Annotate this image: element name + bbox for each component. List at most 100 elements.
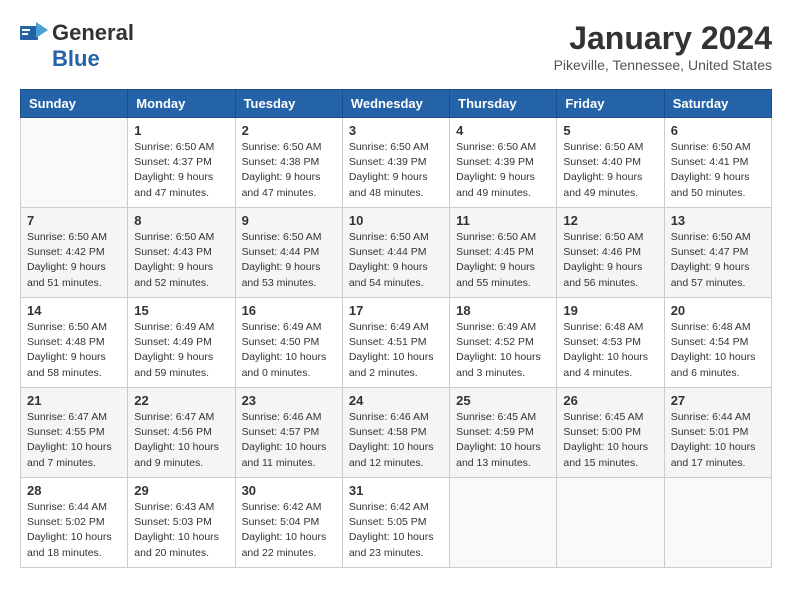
day-number: 4 bbox=[456, 123, 550, 138]
day-number: 10 bbox=[349, 213, 443, 228]
location: Pikeville, Tennessee, United States bbox=[554, 57, 772, 73]
day-info: Sunrise: 6:44 AM Sunset: 5:01 PM Dayligh… bbox=[671, 410, 765, 471]
day-number: 16 bbox=[242, 303, 336, 318]
day-number: 27 bbox=[671, 393, 765, 408]
calendar-body: 1Sunrise: 6:50 AM Sunset: 4:37 PM Daylig… bbox=[21, 118, 772, 568]
calendar-cell: 29Sunrise: 6:43 AM Sunset: 5:03 PM Dayli… bbox=[128, 478, 235, 568]
calendar-cell bbox=[557, 478, 664, 568]
day-number: 19 bbox=[563, 303, 657, 318]
calendar-cell: 1Sunrise: 6:50 AM Sunset: 4:37 PM Daylig… bbox=[128, 118, 235, 208]
day-header-monday: Monday bbox=[128, 90, 235, 118]
calendar-cell: 15 Sunrise: 6:49 AM Sunset: 4:49 PM Dayli… bbox=[128, 298, 235, 388]
day-number: 2 bbox=[242, 123, 336, 138]
day-number: 21 bbox=[27, 393, 121, 408]
calendar-cell: 6Sunrise: 6:50 AM Sunset: 4:41 PM Daylig… bbox=[664, 118, 771, 208]
calendar-cell: 28 Sunrise: 6:44 AM Sunset: 5:02 PM Dayli… bbox=[21, 478, 128, 568]
day-info: Sunrise: 6:44 AM Sunset: 5:02 PM Dayligh… bbox=[27, 500, 121, 561]
day-info: Sunrise: 6:50 AM Sunset: 4:46 PM Dayligh… bbox=[563, 230, 657, 291]
calendar-week-5: 28 Sunrise: 6:44 AM Sunset: 5:02 PM Dayli… bbox=[21, 478, 772, 568]
day-info: Sunrise: 6:50 AM Sunset: 4:43 PM Dayligh… bbox=[134, 230, 228, 291]
day-number: 11 bbox=[456, 213, 550, 228]
calendar-table: SundayMondayTuesdayWednesdayThursdayFrid… bbox=[20, 89, 772, 568]
day-number: 3 bbox=[349, 123, 443, 138]
calendar-cell: 14 Sunrise: 6:50 AM Sunset: 4:48 PM Dayli… bbox=[21, 298, 128, 388]
calendar-cell: 18 Sunrise: 6:49 AM Sunset: 4:52 PM Dayli… bbox=[450, 298, 557, 388]
day-number: 25 bbox=[456, 393, 550, 408]
calendar-cell: 26 Sunrise: 6:45 AM Sunset: 5:00 PM Dayli… bbox=[557, 388, 664, 478]
day-info: Sunrise: 6:50 AM Sunset: 4:39 PM Dayligh… bbox=[456, 140, 550, 201]
day-number: 31 bbox=[349, 483, 443, 498]
day-info: Sunrise: 6:43 AM Sunset: 5:03 PM Dayligh… bbox=[134, 500, 228, 561]
calendar-cell bbox=[21, 118, 128, 208]
day-number: 13 bbox=[671, 213, 765, 228]
page-header: General Blue January 2024 Pikeville, Ten… bbox=[20, 20, 772, 73]
day-header-friday: Friday bbox=[557, 90, 664, 118]
day-number: 17 bbox=[349, 303, 443, 318]
day-header-sunday: Sunday bbox=[21, 90, 128, 118]
calendar-cell: 21 Sunrise: 6:47 AM Sunset: 4:55 PM Dayli… bbox=[21, 388, 128, 478]
calendar-week-3: 14 Sunrise: 6:50 AM Sunset: 4:48 PM Dayli… bbox=[21, 298, 772, 388]
day-info: Sunrise: 6:50 AM Sunset: 4:48 PM Dayligh… bbox=[27, 320, 121, 381]
day-number: 24 bbox=[349, 393, 443, 408]
logo: General Blue bbox=[20, 20, 134, 72]
day-number: 14 bbox=[27, 303, 121, 318]
day-number: 22 bbox=[134, 393, 228, 408]
logo-general: General bbox=[52, 20, 134, 46]
day-info: Sunrise: 6:49 AM Sunset: 4:50 PM Dayligh… bbox=[242, 320, 336, 381]
title-section: January 2024 Pikeville, Tennessee, Unite… bbox=[554, 20, 772, 73]
day-number: 6 bbox=[671, 123, 765, 138]
calendar-cell: 27 Sunrise: 6:44 AM Sunset: 5:01 PM Dayli… bbox=[664, 388, 771, 478]
calendar-cell: 8 Sunrise: 6:50 AM Sunset: 4:43 PM Daylig… bbox=[128, 208, 235, 298]
calendar-week-2: 7 Sunrise: 6:50 AM Sunset: 4:42 PM Daylig… bbox=[21, 208, 772, 298]
day-number: 9 bbox=[242, 213, 336, 228]
day-info: Sunrise: 6:49 AM Sunset: 4:49 PM Dayligh… bbox=[134, 320, 228, 381]
calendar-week-1: 1Sunrise: 6:50 AM Sunset: 4:37 PM Daylig… bbox=[21, 118, 772, 208]
calendar-header-row: SundayMondayTuesdayWednesdayThursdayFrid… bbox=[21, 90, 772, 118]
calendar-cell: 4 Sunrise: 6:50 AM Sunset: 4:39 PM Daylig… bbox=[450, 118, 557, 208]
day-info: Sunrise: 6:45 AM Sunset: 5:00 PM Dayligh… bbox=[563, 410, 657, 471]
day-number: 28 bbox=[27, 483, 121, 498]
day-header-thursday: Thursday bbox=[450, 90, 557, 118]
calendar-cell: 30Sunrise: 6:42 AM Sunset: 5:04 PM Dayli… bbox=[235, 478, 342, 568]
calendar-cell bbox=[450, 478, 557, 568]
day-info: Sunrise: 6:42 AM Sunset: 5:04 PM Dayligh… bbox=[242, 500, 336, 561]
day-info: Sunrise: 6:50 AM Sunset: 4:47 PM Dayligh… bbox=[671, 230, 765, 291]
calendar-cell: 13 Sunrise: 6:50 AM Sunset: 4:47 PM Dayli… bbox=[664, 208, 771, 298]
day-info: Sunrise: 6:50 AM Sunset: 4:42 PM Dayligh… bbox=[27, 230, 121, 291]
day-info: Sunrise: 6:45 AM Sunset: 4:59 PM Dayligh… bbox=[456, 410, 550, 471]
day-number: 23 bbox=[242, 393, 336, 408]
day-info: Sunrise: 6:50 AM Sunset: 4:39 PM Dayligh… bbox=[349, 140, 443, 201]
day-info: Sunrise: 6:50 AM Sunset: 4:45 PM Dayligh… bbox=[456, 230, 550, 291]
calendar-cell: 10Sunrise: 6:50 AM Sunset: 4:44 PM Dayli… bbox=[342, 208, 449, 298]
calendar-cell: 12 Sunrise: 6:50 AM Sunset: 4:46 PM Dayli… bbox=[557, 208, 664, 298]
day-info: Sunrise: 6:47 AM Sunset: 4:55 PM Dayligh… bbox=[27, 410, 121, 471]
calendar-cell bbox=[664, 478, 771, 568]
calendar-cell: 31 Sunrise: 6:42 AM Sunset: 5:05 PM Dayli… bbox=[342, 478, 449, 568]
day-info: Sunrise: 6:46 AM Sunset: 4:57 PM Dayligh… bbox=[242, 410, 336, 471]
month-title: January 2024 bbox=[554, 20, 772, 57]
day-number: 7 bbox=[27, 213, 121, 228]
calendar-cell: 3 Sunrise: 6:50 AM Sunset: 4:39 PM Daylig… bbox=[342, 118, 449, 208]
day-info: Sunrise: 6:50 AM Sunset: 4:44 PM Dayligh… bbox=[242, 230, 336, 291]
day-number: 26 bbox=[563, 393, 657, 408]
calendar-cell: 25 Sunrise: 6:45 AM Sunset: 4:59 PM Dayli… bbox=[450, 388, 557, 478]
day-number: 18 bbox=[456, 303, 550, 318]
day-number: 15 bbox=[134, 303, 228, 318]
calendar-cell: 19 Sunrise: 6:48 AM Sunset: 4:53 PM Dayli… bbox=[557, 298, 664, 388]
logo-blue: Blue bbox=[52, 46, 100, 72]
day-info: Sunrise: 6:50 AM Sunset: 4:38 PM Dayligh… bbox=[242, 140, 336, 201]
day-info: Sunrise: 6:42 AM Sunset: 5:05 PM Dayligh… bbox=[349, 500, 443, 561]
calendar-cell: 23 Sunrise: 6:46 AM Sunset: 4:57 PM Dayli… bbox=[235, 388, 342, 478]
day-number: 12 bbox=[563, 213, 657, 228]
calendar-cell: 24Sunrise: 6:46 AM Sunset: 4:58 PM Dayli… bbox=[342, 388, 449, 478]
calendar-cell: 5Sunrise: 6:50 AM Sunset: 4:40 PM Daylig… bbox=[557, 118, 664, 208]
day-info: Sunrise: 6:49 AM Sunset: 4:52 PM Dayligh… bbox=[456, 320, 550, 381]
day-number: 20 bbox=[671, 303, 765, 318]
calendar-cell: 16 Sunrise: 6:49 AM Sunset: 4:50 PM Dayli… bbox=[235, 298, 342, 388]
day-info: Sunrise: 6:48 AM Sunset: 4:53 PM Dayligh… bbox=[563, 320, 657, 381]
day-number: 8 bbox=[134, 213, 228, 228]
calendar-cell: 9 Sunrise: 6:50 AM Sunset: 4:44 PM Daylig… bbox=[235, 208, 342, 298]
day-number: 5 bbox=[563, 123, 657, 138]
day-header-tuesday: Tuesday bbox=[235, 90, 342, 118]
day-header-wednesday: Wednesday bbox=[342, 90, 449, 118]
